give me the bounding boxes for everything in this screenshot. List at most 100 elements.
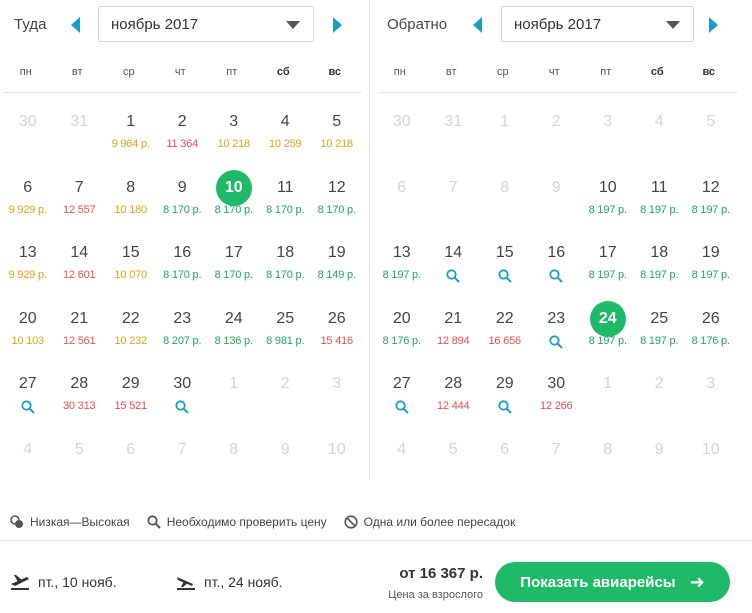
day-number: 16	[173, 244, 192, 261]
day-number: 17	[224, 244, 243, 261]
day-cell[interactable]: 21 12 561	[54, 303, 106, 369]
day-cell[interactable]: 21 12 894	[428, 303, 480, 369]
search-icon[interactable]	[175, 400, 189, 414]
day-cell[interactable]: 12 8 197 р.	[685, 172, 737, 238]
day-cell[interactable]: 17 8 197 р.	[582, 237, 634, 303]
day-cell: 10	[685, 434, 737, 500]
legend-low-high-label: Низкая—Высокая	[30, 515, 130, 529]
day-cell[interactable]: 25 8 981 р.	[260, 303, 312, 369]
day-cell[interactable]: 10 8 197 р.	[582, 172, 634, 238]
day-cell[interactable]: 14 12 601	[54, 237, 106, 303]
day-price: 8 197 р.	[691, 203, 730, 216]
search-icon[interactable]	[395, 400, 409, 414]
return-next-month-button[interactable]	[707, 17, 719, 33]
day-number: 30	[18, 113, 37, 130]
day-number: 7	[177, 440, 187, 458]
day-cell[interactable]: 26 8 176 р.	[685, 303, 737, 369]
day-price: 8 197 р.	[640, 269, 679, 281]
day-cell[interactable]: 25 8 197 р.	[634, 303, 686, 369]
day-cell: 7	[157, 434, 209, 500]
day-number: 4	[23, 440, 33, 458]
day-cell[interactable]: 12 8 170 р.	[311, 172, 363, 238]
day-price: 15 521	[114, 400, 148, 412]
outbound-next-month-button[interactable]	[331, 17, 343, 33]
outbound-prev-month-button[interactable]	[70, 17, 82, 33]
day-number: 27	[18, 375, 37, 392]
day-cell[interactable]: 11 8 197 р.	[634, 172, 686, 238]
day-cell[interactable]: 19 8 149 р.	[311, 237, 363, 303]
day-price: 12 601	[63, 269, 96, 281]
show-flights-button[interactable]: Показать авиарейсы ➜	[495, 562, 730, 602]
calendar-week: 13 8 197 р. 14 15 16 17 8 197 р. 18 8 197 р. 19 8 …	[376, 237, 737, 303]
day-number: 2	[177, 113, 187, 130]
day-cell[interactable]: 23	[531, 303, 583, 369]
day-price: 10 259	[269, 138, 302, 150]
day-cell[interactable]: 14	[428, 237, 480, 303]
day-cell[interactable]: 30 12 266	[531, 368, 583, 434]
day-cell[interactable]: 23 8 207 р.	[157, 303, 209, 369]
day-number: 10	[598, 178, 617, 196]
day-cell[interactable]: 18 8 197 р.	[634, 237, 686, 303]
return-month-select[interactable]: ноябрь 2017	[501, 6, 694, 42]
day-cell: 6	[376, 172, 428, 238]
day-cell[interactable]: 11 8 170 р.	[260, 172, 312, 238]
day-number: 9	[280, 440, 290, 458]
day-cell[interactable]: 20 10 103	[2, 303, 54, 369]
day-cell[interactable]: 13 9 929 р.	[2, 237, 54, 303]
day-cell[interactable]: 18 8 170 р.	[260, 237, 312, 303]
search-icon[interactable]	[498, 400, 512, 414]
day-price: 15 416	[320, 334, 354, 347]
day-cell[interactable]: 22 10 232	[105, 303, 157, 369]
search-icon[interactable]	[446, 269, 460, 283]
day-cell[interactable]: 30	[157, 368, 209, 434]
day-cell[interactable]: 28 30 313	[54, 368, 106, 434]
selected-day-cell[interactable]: 10 8 170 р.	[208, 169, 260, 238]
search-icon[interactable]	[498, 269, 512, 283]
day-cell[interactable]: 17 8 170 р.	[208, 237, 260, 303]
weekday-label: чт	[174, 66, 186, 78]
day-cell[interactable]: 20 8 176 р.	[376, 303, 428, 369]
outbound-weekday-row: пн вт ср чт пт сб вс	[0, 66, 370, 82]
day-number: 7	[74, 178, 84, 196]
day-cell[interactable]: 6 9 929 р.	[2, 172, 54, 238]
day-cell[interactable]: 7 12 557	[54, 172, 106, 238]
outbound-date-label: пт., 10 нояб.	[38, 574, 117, 590]
day-cell[interactable]: 8 10 180	[105, 172, 157, 238]
day-number: 17	[598, 244, 617, 261]
day-price: 8 197 р.	[640, 203, 679, 216]
search-icon[interactable]	[21, 400, 35, 414]
day-number: 24	[224, 309, 243, 327]
day-cell[interactable]: 16 8 170 р.	[157, 237, 209, 303]
day-number: 23	[173, 309, 192, 327]
outbound-month-select[interactable]: ноябрь 2017	[98, 6, 314, 42]
day-cell[interactable]: 16	[531, 237, 583, 303]
day-cell[interactable]: 13 8 197 р.	[376, 237, 428, 303]
day-cell[interactable]: 27	[2, 368, 54, 434]
day-cell[interactable]: 27	[376, 368, 428, 434]
day-cell[interactable]: 2 11 364	[157, 106, 209, 172]
day-cell[interactable]: 29	[479, 368, 531, 434]
day-cell[interactable]: 26 15 416	[311, 303, 363, 369]
day-number: 28	[70, 375, 89, 392]
day-cell[interactable]: 15 10 070	[105, 237, 157, 303]
day-cell[interactable]: 3 10 218	[208, 106, 260, 172]
day-cell[interactable]: 28 12 444	[428, 368, 480, 434]
day-price: 8 136 р.	[214, 334, 253, 347]
day-cell[interactable]: 1 9 964 р.	[105, 106, 157, 172]
search-icon[interactable]	[549, 269, 563, 283]
day-cell[interactable]: 19 8 197 р.	[685, 237, 737, 303]
day-cell[interactable]: 15	[479, 237, 531, 303]
day-cell[interactable]: 9 8 170 р.	[157, 172, 209, 238]
day-cell[interactable]: 4 10 259	[260, 106, 312, 172]
day-cell[interactable]: 5 10 218	[311, 106, 363, 172]
day-cell[interactable]: 22 16 656	[479, 303, 531, 369]
calendar-week: 30 31 1 9 964 р. 2 11 364 3 10 218 4 10 259 5 10 21…	[2, 106, 363, 172]
return-prev-month-button[interactable]	[472, 17, 484, 33]
search-icon[interactable]	[549, 334, 563, 349]
arrow-right-icon: ➜	[689, 572, 705, 592]
day-cell: 31	[428, 106, 480, 172]
selected-day-cell[interactable]: 24 8 197 р.	[582, 300, 634, 369]
day-number: 11	[650, 178, 668, 196]
day-cell[interactable]: 29 15 521	[105, 368, 157, 434]
day-cell[interactable]: 24 8 136 р.	[208, 303, 260, 369]
